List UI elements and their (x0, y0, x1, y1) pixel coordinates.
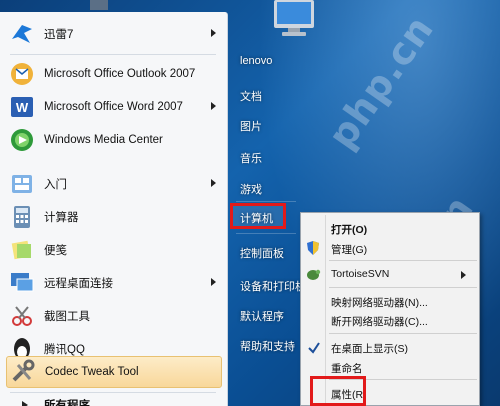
snipping-tool-icon (8, 303, 36, 329)
outlook-icon (8, 61, 36, 87)
right-item-documents[interactable]: 文档 (240, 88, 262, 104)
program-label: 便笺 (44, 245, 67, 257)
remote-desktop-icon (8, 270, 36, 296)
menu-separator (329, 260, 477, 261)
submenu-arrow-icon (211, 29, 216, 37)
right-item-pictures[interactable]: 图片 (240, 118, 262, 134)
submenu-arrow-icon (211, 278, 216, 286)
properties-highlight-box (310, 376, 366, 406)
tortoisesvn-icon (307, 269, 321, 280)
program-label: 所有程序 (44, 400, 90, 406)
menu-item-rename[interactable]: 重命名 (331, 361, 363, 376)
word-icon: W (8, 94, 36, 120)
getting-started-icon (8, 171, 36, 197)
submenu-arrow-icon (461, 271, 466, 279)
start-menu-programs-panel: 迅雷7 Microsoft Office Outlook 2007 W Micr… (0, 12, 228, 406)
submenu-arrow-icon (211, 179, 216, 187)
program-label: 腾讯QQ (44, 344, 85, 356)
program-item-outlook[interactable]: Microsoft Office Outlook 2007 (6, 58, 222, 90)
calculator-icon (8, 204, 36, 230)
menu-item-tortoisesvn[interactable]: TortoiseSVN (331, 268, 389, 280)
program-item-thunder[interactable]: 迅雷7 (6, 18, 222, 50)
program-label: Microsoft Office Word 2007 (44, 101, 183, 113)
all-programs-button[interactable]: 所有程序 (6, 395, 222, 406)
partial-app-icon (90, 0, 108, 10)
divider (236, 201, 296, 202)
menu-item-disconnect-network-drive[interactable]: 断开网络驱动器(C)... (331, 314, 428, 329)
program-label: 入门 (44, 179, 67, 191)
program-item-calculator[interactable]: 计算器 (6, 201, 222, 233)
menu-item-map-network-drive[interactable]: 映射网络驱动器(N)... (331, 295, 428, 310)
program-label: Windows Media Center (44, 134, 163, 146)
right-item-help-support[interactable]: 帮助和支持 (240, 338, 300, 354)
program-item-snipping-tool[interactable]: 截图工具 (6, 300, 222, 332)
program-item-media-center[interactable]: Windows Media Center (6, 124, 222, 156)
divider (10, 54, 216, 55)
program-label: Microsoft Office Outlook 2007 (44, 68, 196, 80)
program-label: 远程桌面连接 (44, 278, 113, 290)
menu-item-manage[interactable]: 管理(G) (331, 242, 367, 257)
menu-item-open[interactable]: 打开(O) (331, 222, 367, 237)
computer-icon (274, 0, 314, 36)
all-programs-arrow-icon (8, 398, 36, 406)
svg-text:W: W (16, 100, 29, 115)
right-item-lenovo[interactable]: lenovo (240, 55, 272, 67)
right-item-games[interactable]: 游戏 (240, 181, 262, 197)
media-center-icon (8, 127, 36, 153)
divider (10, 392, 216, 393)
shield-icon (307, 241, 319, 255)
codec-tool-icon (9, 359, 37, 385)
program-label: Codec Tweak Tool (45, 366, 139, 378)
program-item-getting-started[interactable]: 入门 (6, 168, 222, 200)
thunder-icon (8, 21, 36, 47)
program-item-remote-desktop[interactable]: 远程桌面连接 (6, 267, 222, 299)
right-item-control-panel[interactable]: 控制面板 (240, 245, 284, 261)
menu-separator (329, 287, 477, 288)
program-label: 迅雷7 (44, 29, 74, 41)
right-item-devices-printers[interactable]: 设备和打印机 (240, 278, 300, 294)
submenu-arrow-icon (211, 102, 216, 110)
right-item-computer[interactable]: 计算机 (240, 210, 273, 226)
right-item-default-programs[interactable]: 默认程序 (240, 308, 284, 324)
sticky-notes-icon (8, 237, 36, 263)
program-item-sticky-notes[interactable]: 便笺 (6, 234, 222, 266)
program-item-codec-tweak-tool[interactable]: Codec Tweak Tool (6, 356, 222, 388)
menu-item-show-on-desktop[interactable]: 在桌面上显示(S) (331, 341, 408, 356)
menu-separator (329, 333, 477, 334)
divider (236, 233, 296, 234)
program-label: 计算器 (44, 212, 79, 224)
right-item-music[interactable]: 音乐 (240, 150, 262, 166)
program-label: 截图工具 (44, 311, 90, 323)
program-item-word[interactable]: W Microsoft Office Word 2007 (6, 91, 222, 123)
checkmark-icon (308, 342, 320, 354)
